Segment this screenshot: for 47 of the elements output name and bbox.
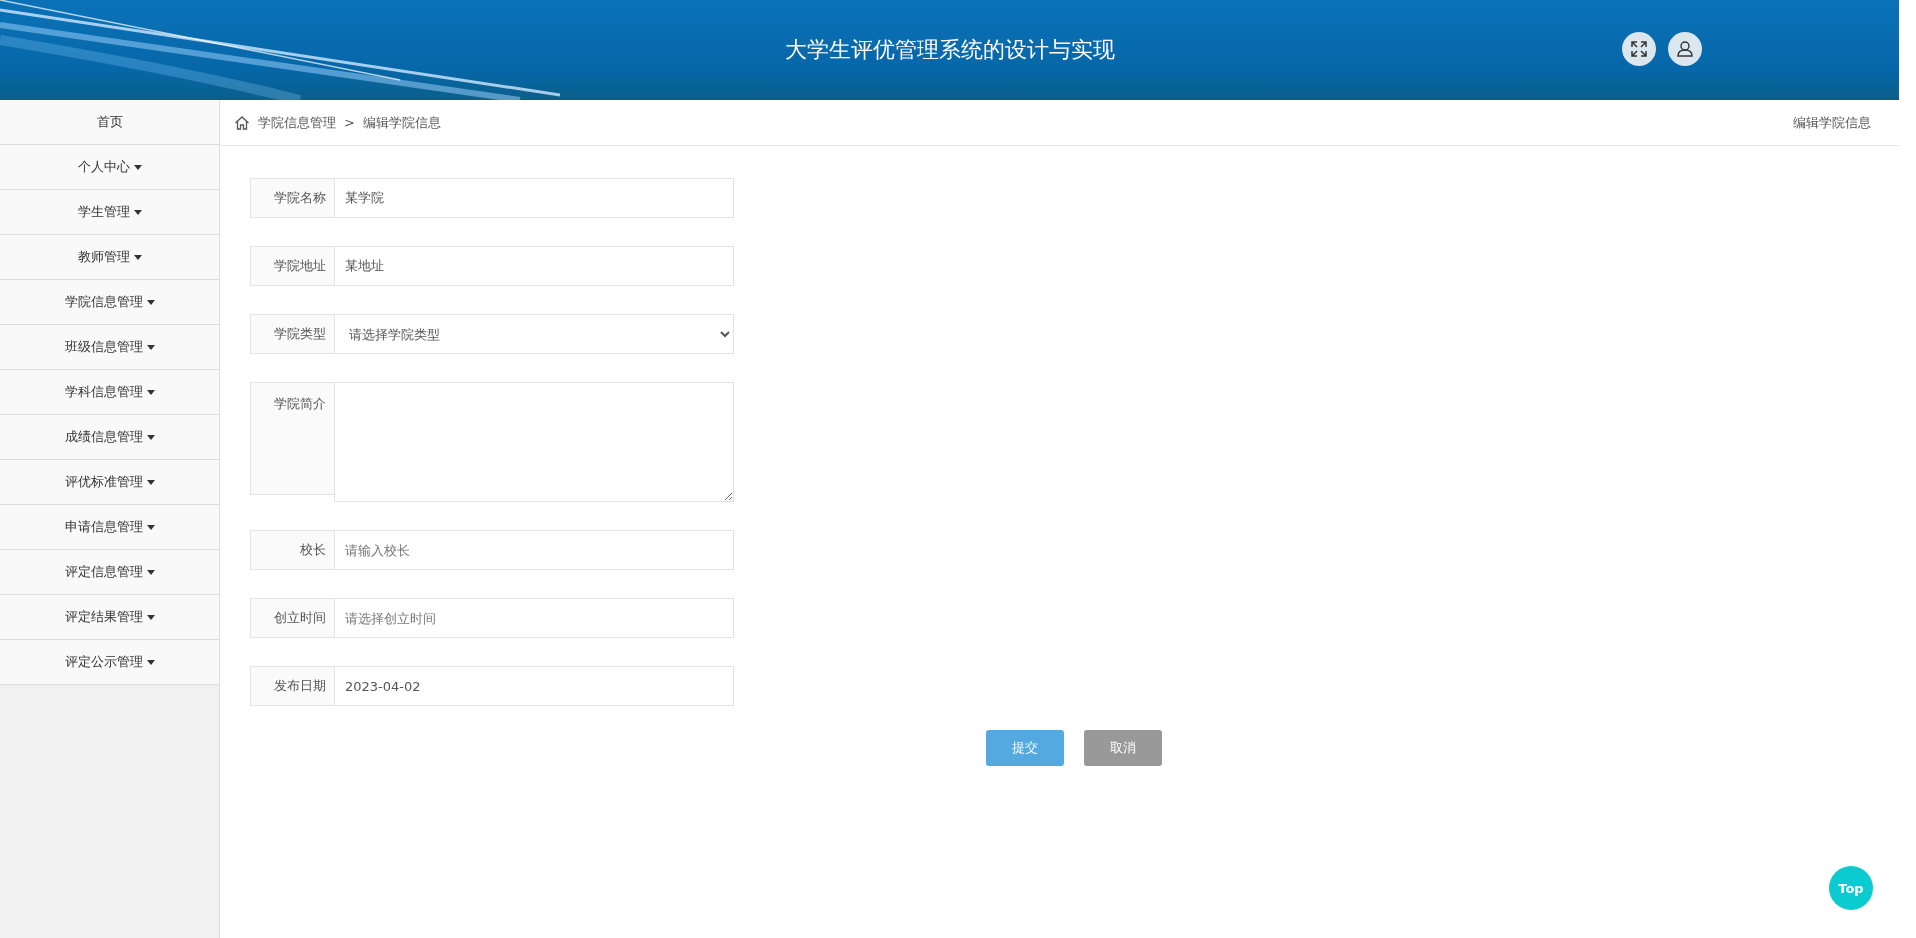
- dropdown-field[interactable]: 请选择学院类型: [334, 314, 734, 354]
- caret-icon: [146, 479, 155, 485]
- input-field[interactable]: 请输入校长: [334, 530, 734, 570]
- caret-icon: [146, 524, 155, 530]
- sidebar-item[interactable]: 成绩信息管理: [0, 415, 219, 460]
- caret-icon: [146, 659, 155, 665]
- textarea-field[interactable]: [334, 382, 734, 502]
- caret-icon: [146, 299, 155, 305]
- page-title: 编辑学院信息: [1793, 113, 1871, 132]
- user-icon[interactable]: [1668, 32, 1702, 66]
- caret-icon: [146, 434, 155, 440]
- sidebar-item[interactable]: 申请信息管理: [0, 505, 219, 550]
- sidebar-item[interactable]: 学科信息管理: [0, 370, 219, 415]
- sidebar-item[interactable]: 学院信息管理: [0, 280, 219, 325]
- home-icon[interactable]: [234, 114, 250, 131]
- field-label: 发布日期: [250, 666, 334, 706]
- sidebar-item[interactable]: 评定结果管理: [0, 595, 219, 640]
- breadcrumb-separator: >: [344, 115, 355, 130]
- caret-icon: [146, 344, 155, 350]
- input-field[interactable]: 某地址: [334, 246, 734, 286]
- sidebar-item[interactable]: 个人中心: [0, 145, 219, 190]
- field-label: 学院地址: [250, 246, 334, 286]
- caret-icon: [133, 254, 142, 260]
- field-label: 校长: [250, 530, 334, 570]
- system-title: 大学生评优管理系统的设计与实现: [784, 36, 1115, 64]
- input-field[interactable]: 某学院: [334, 178, 734, 218]
- fullscreen-icon[interactable]: [1622, 32, 1656, 66]
- caret-icon: [146, 569, 155, 575]
- sidebar-item[interactable]: 评定信息管理: [0, 550, 219, 595]
- input-field[interactable]: 2023-04-02: [334, 666, 734, 706]
- caret-icon: [133, 209, 142, 215]
- caret-icon: [146, 389, 155, 395]
- field-label: 学院名称: [250, 178, 334, 218]
- sidebar-item[interactable]: 评定公示管理: [0, 640, 219, 685]
- caret-icon: [146, 614, 155, 620]
- input-field[interactable]: 请选择创立时间: [334, 598, 734, 638]
- sidebar-item[interactable]: 评优标准管理: [0, 460, 219, 505]
- caret-icon: [133, 164, 142, 170]
- field-label: 创立时间: [250, 598, 334, 638]
- breadcrumb-item[interactable]: 学院信息管理: [258, 113, 336, 132]
- breadcrumb-item: 编辑学院信息: [362, 113, 441, 132]
- sidebar-item[interactable]: 学生管理: [0, 190, 219, 235]
- field-label: 学院类型: [250, 314, 334, 354]
- sidebar-item[interactable]: 班级信息管理: [0, 325, 219, 370]
- sidebar-item[interactable]: 首页: [0, 100, 219, 145]
- field-label: 学院简介: [250, 382, 334, 495]
- sidebar-item[interactable]: 教师管理: [0, 235, 219, 280]
